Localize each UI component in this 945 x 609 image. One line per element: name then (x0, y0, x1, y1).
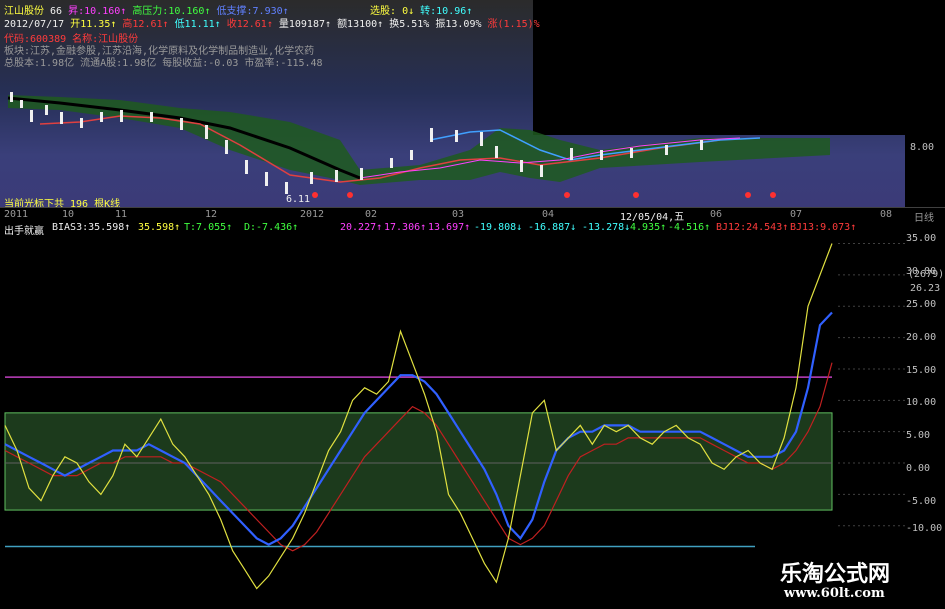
quote-change: 涨(1.15)% (487, 19, 540, 30)
price-tick: 8.00 (910, 142, 935, 153)
price-marker: (2679) (908, 269, 945, 280)
quote-amount: 额13100↑ (337, 19, 384, 30)
date-label: 08 (880, 209, 893, 220)
capital-line: 总股本:1.98亿 流通A股:1.98亿 每股收益:-0.03 市盈率:-115… (4, 58, 323, 69)
y-tick: 0.00 (906, 463, 931, 474)
quote-open: 开11.35↑ (70, 19, 117, 30)
y-tick: 5.00 (906, 430, 931, 441)
buy-markers (312, 192, 776, 198)
y-tick: 25.00 (906, 299, 937, 310)
y-tick: 20.00 (906, 332, 937, 343)
quote-date: 2012/07/17 (4, 19, 65, 30)
y-tick: -10.00 (906, 523, 943, 534)
y-tick: 15.00 (906, 365, 937, 376)
date-label: 10 (62, 209, 75, 220)
watermark-url: www.60lt.com (784, 586, 885, 601)
quote-close: 收12.61↑ (226, 19, 273, 30)
y-tick: -5.00 (906, 496, 937, 507)
neutral-zone-band (4, 412, 833, 511)
date-label: 04 (542, 209, 555, 220)
date-label: 06 (710, 209, 723, 220)
quote-high: 高12.61↑ (122, 19, 169, 30)
date-label: 03 (452, 209, 465, 220)
y-tick: 10.00 (906, 397, 937, 408)
quote-turnover: 换5.51% (389, 19, 430, 30)
quote-volume: 量109187↑ (278, 19, 332, 30)
y-tick: 35.00 (906, 233, 937, 244)
price-value: 26.23 (910, 283, 941, 294)
date-label: 02 (365, 209, 378, 220)
low-price-label: 6.11 (286, 194, 311, 205)
date-label: 2012 (300, 209, 325, 220)
date-label: 07 (790, 209, 803, 220)
watermark-logo: 乐淘公式网 (780, 562, 891, 587)
kline-price-scale (905, 0, 945, 207)
date-axis[interactable]: 2011 10 11 12 2012 02 03 04 12/05/04,五 0… (0, 207, 945, 224)
quote-low: 低11.11↑ (174, 19, 221, 30)
quote-line: 2012/07/17 开11.35↑ 高12.61↑ 低11.11↑ 收12.6… (4, 15, 540, 30)
date-label: 11 (115, 209, 128, 220)
date-label: 12 (205, 209, 218, 220)
date-label: 2011 (4, 209, 29, 220)
quote-amplitude: 振13.09% (435, 19, 482, 30)
